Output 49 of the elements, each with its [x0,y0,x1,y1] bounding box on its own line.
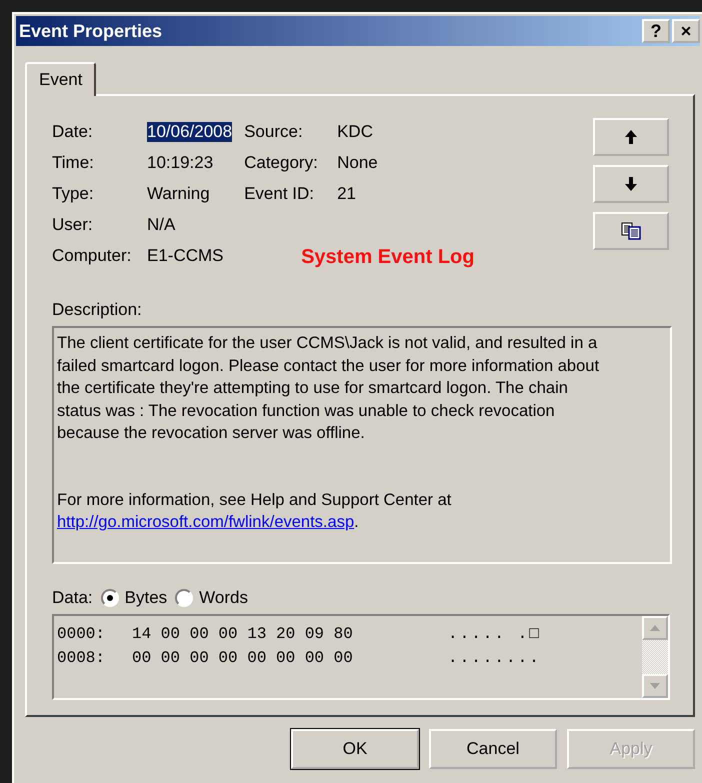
scrollbar[interactable] [642,616,668,698]
previous-button[interactable] [593,118,669,156]
more-info-text: For more information, see Help and Support Center at http://go.microsoft.com/fwlink/events.asp. [57,490,452,533]
hex-chars: ..... .□ [448,625,541,643]
field-label: Date: [52,122,94,142]
scroll-up-button[interactable] [642,616,668,640]
copy-button[interactable] [593,212,669,250]
up-arrow-icon [625,130,637,144]
field-label: Source: [244,122,304,142]
radio-option[interactable]: Bytes [100,588,168,608]
overlay-caption: System Event Log [301,246,474,269]
hex-bytes: 00 00 00 00 00 00 00 00 [132,649,354,667]
description-text: The client certificate for the user CCMS\Jack is not valid, and resulted in a failed smartcard logon. Please contact the user for more information about the certificate they're attempting to use for smartcard logon. The chain status was : The revocation function was unable to check revocation because the revocation server was offline. [57,333,600,444]
description-label: Description: [52,300,142,320]
field-value: 10:19:23 [147,152,214,172]
dialog-button[interactable]: Cancel [429,729,557,769]
field-label: Time: [52,152,95,172]
tab[interactable]: Event [25,62,96,96]
hex-bytes: 14 00 00 00 13 20 09 80 [132,625,354,643]
field-value: None [337,152,378,172]
field-value: KDC [337,122,373,142]
hex-offset: 0008: [57,649,106,667]
help-button[interactable]: ? [642,19,670,43]
data-label: Data: [52,588,93,608]
up-triangle-icon [650,625,660,631]
down-triangle-icon [650,683,660,689]
field-value: 21 [337,184,356,204]
field-label: User: [52,214,94,234]
help-link[interactable]: http://go.microsoft.com/fwlink/events.asp [57,513,354,531]
field-label: Type: [52,184,95,204]
down-arrow-icon [625,177,637,191]
copy-icon [621,222,641,240]
close-button[interactable]: × [672,19,700,43]
hex-offset: 0000: [57,625,106,643]
radio-button[interactable] [175,589,194,607]
field-label: Event ID: [244,184,316,204]
field-label: Computer: [52,246,132,266]
field-value: E1-CCMS [147,246,224,266]
field-value: 10/06/2008 [147,122,232,142]
next-button[interactable] [593,165,669,203]
radio-option[interactable]: Words [175,588,248,608]
window-title: Event Properties [19,20,162,42]
radio-button[interactable] [100,589,119,607]
dialog-button[interactable]: OK [291,729,419,769]
field-label: Category: [244,152,319,172]
scroll-down-button[interactable] [642,674,668,698]
hex-chars: ........ [448,649,541,667]
field-value: N/A [147,214,176,234]
field-value: Warning [147,184,210,204]
